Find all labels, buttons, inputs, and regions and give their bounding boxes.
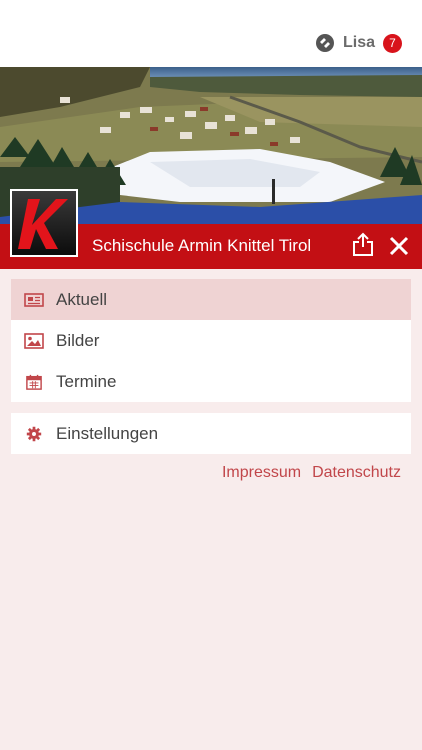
user-account[interactable]: Lisa 7: [315, 33, 402, 53]
calendar-icon: [26, 374, 42, 390]
top-bar: Lisa 7: [0, 0, 422, 67]
notification-badge: 7: [383, 33, 402, 53]
school-logo: [10, 189, 78, 257]
image-icon: [24, 332, 44, 349]
impressum-link[interactable]: Impressum: [222, 464, 301, 482]
settings-menu: Einstellungen: [11, 413, 411, 454]
username: Lisa: [342, 34, 375, 51]
newspaper-icon: [24, 292, 44, 307]
menu-item-label: Bilder: [56, 330, 100, 350]
gear-icon: [26, 426, 42, 441]
menu-item-label: Aktuell: [56, 289, 108, 309]
menu-item-label: Termine: [56, 371, 117, 391]
menu-item-bilder[interactable]: Bilder: [11, 320, 411, 361]
menu-item-label: Einstellungen: [56, 423, 159, 443]
school-logo-k-icon: [12, 191, 76, 255]
menu-item-termine[interactable]: Termine: [11, 361, 411, 402]
close-icon[interactable]: [389, 236, 409, 256]
footer-links: Impressum Datenschutz: [222, 464, 401, 482]
menu-item-aktuell[interactable]: Aktuell: [11, 279, 411, 320]
app-logo-icon: [315, 34, 334, 52]
datenschutz-link[interactable]: Datenschutz: [312, 464, 401, 482]
main-menu: Aktuell Bilder Termine: [11, 279, 411, 402]
share-icon[interactable]: [352, 232, 374, 257]
page-title: Schischule Armin Knittel Tirol: [92, 236, 312, 255]
menu-item-einstellungen[interactable]: Einstellungen: [11, 413, 411, 454]
